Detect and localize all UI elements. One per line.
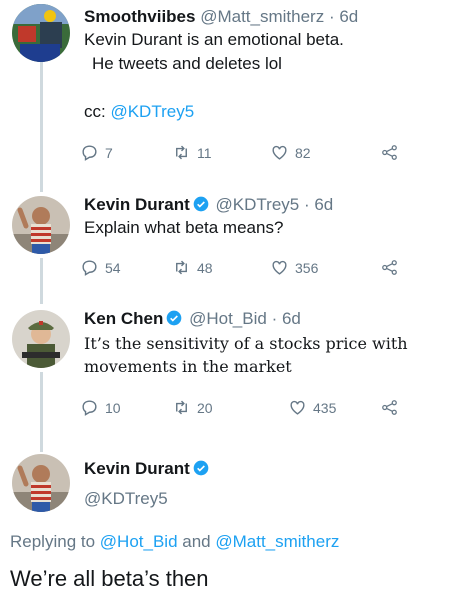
share-icon xyxy=(382,400,397,415)
timestamp[interactable]: · 6d xyxy=(304,195,333,214)
reply-button[interactable]: 7 xyxy=(80,143,113,162)
mention-link[interactable]: @Matt_smitherz xyxy=(215,532,339,551)
retweet-button[interactable]: 20 xyxy=(172,398,213,417)
tweet-line: He tweets and deletes lol xyxy=(92,54,282,73)
like-button[interactable]: 82 xyxy=(270,143,311,162)
tweet-line: It’s the sensitivity of a stocks price w… xyxy=(84,334,408,353)
handle[interactable]: @Matt_smitherz xyxy=(200,7,324,26)
tweet-ken-chen[interactable]: Ken Chen @Hot_Bid · 6d It’s the sensitiv… xyxy=(84,308,441,378)
like-button[interactable]: 435 xyxy=(288,398,336,417)
like-button[interactable]: 356 xyxy=(270,258,318,277)
tweet-text: It’s the sensitivity of a stocks price w… xyxy=(84,332,441,378)
tweet-line: Explain what beta means? xyxy=(84,218,284,237)
like-icon xyxy=(272,260,287,275)
retweet-button[interactable]: 48 xyxy=(172,258,213,277)
reply-icon xyxy=(82,145,97,161)
timestamp[interactable]: · 6d xyxy=(329,7,358,26)
tweet-text: Explain what beta means? xyxy=(84,216,441,240)
reply-count: 54 xyxy=(105,259,121,276)
tweet-line: cc: @KDTrey5 xyxy=(84,100,441,124)
tweet-actions: 54 48 356 xyxy=(80,258,420,280)
tweet-header: Smoothviibes @Matt_smitherz · 6d xyxy=(84,6,441,28)
main-tweet-name-row: Kevin Durant xyxy=(84,458,441,480)
like-count: 356 xyxy=(295,259,319,276)
verified-badge-icon xyxy=(193,196,209,212)
avatar-kevin-durant[interactable] xyxy=(12,196,70,254)
reply-count: 10 xyxy=(105,399,121,416)
reply-button[interactable]: 54 xyxy=(80,258,121,277)
retweet-icon xyxy=(176,400,187,415)
handle[interactable]: @Hot_Bid xyxy=(189,309,267,328)
thread-line xyxy=(40,258,43,304)
replying-and: and xyxy=(177,532,216,551)
thread-line xyxy=(40,372,43,452)
verified-badge-icon xyxy=(193,460,209,476)
like-icon xyxy=(290,400,305,415)
avatar-smoothviibes[interactable] xyxy=(12,4,70,62)
display-name[interactable]: Ken Chen xyxy=(84,309,163,328)
like-icon xyxy=(272,145,287,160)
tweet-actions: 10 20 435 xyxy=(80,398,420,420)
share-button[interactable] xyxy=(380,143,399,162)
like-count: 435 xyxy=(313,399,337,416)
retweet-count: 48 xyxy=(197,259,213,276)
mention-link[interactable]: @Hot_Bid xyxy=(100,532,178,551)
replying-to: Replying to @Hot_Bid and @Matt_smitherz xyxy=(10,532,339,552)
tweet-header: Ken Chen @Hot_Bid · 6d xyxy=(84,308,441,330)
like-count: 82 xyxy=(295,144,311,161)
retweet-icon xyxy=(176,260,187,275)
retweet-count: 20 xyxy=(197,399,213,416)
tweet-header: Kevin Durant @KDTrey5 · 6d xyxy=(84,194,441,216)
avatar-ken-chen[interactable] xyxy=(12,310,70,368)
tweet-line: movements in the market xyxy=(84,357,292,376)
handle[interactable]: @KDTrey5 xyxy=(84,488,441,510)
retweet-icon xyxy=(176,145,187,160)
tweet-actions: 7 11 82 xyxy=(80,143,420,165)
timestamp[interactable]: · 6d xyxy=(272,309,301,328)
reply-icon xyxy=(82,400,97,416)
reply-button[interactable]: 10 xyxy=(80,398,121,417)
share-button[interactable] xyxy=(380,258,399,277)
main-tweet-header[interactable]: Kevin Durant @KDTrey5 xyxy=(84,458,441,510)
reply-count: 7 xyxy=(105,144,113,161)
verified-badge-icon xyxy=(167,310,182,326)
tweet-smoothviibes[interactable]: Smoothviibes @Matt_smitherz · 6d Kevin D… xyxy=(84,6,441,124)
retweet-button[interactable]: 11 xyxy=(172,143,212,162)
tweet-kevin-durant[interactable]: Kevin Durant @KDTrey5 · 6d Explain what … xyxy=(84,194,441,240)
cc-label: cc: xyxy=(84,102,111,121)
avatar-kevin-durant-main[interactable] xyxy=(12,454,70,512)
thread-line xyxy=(40,62,43,192)
display-name[interactable]: Smoothviibes xyxy=(84,7,195,26)
replying-to-label: Replying to xyxy=(10,532,100,551)
share-icon xyxy=(382,145,397,160)
mention-link[interactable]: @KDTrey5 xyxy=(110,102,194,121)
display-name[interactable]: Kevin Durant xyxy=(84,459,190,478)
main-tweet-text: We’re all beta’s then xyxy=(10,566,209,591)
retweet-count: 11 xyxy=(197,144,212,161)
tweet-text: Kevin Durant is an emotional beta. He tw… xyxy=(84,28,441,124)
share-icon xyxy=(382,260,397,275)
share-button[interactable] xyxy=(380,398,399,417)
handle[interactable]: @KDTrey5 xyxy=(216,195,300,214)
tweet-line: Kevin Durant is an emotional beta. xyxy=(84,30,344,49)
display-name[interactable]: Kevin Durant xyxy=(84,195,190,214)
reply-icon xyxy=(82,260,97,276)
